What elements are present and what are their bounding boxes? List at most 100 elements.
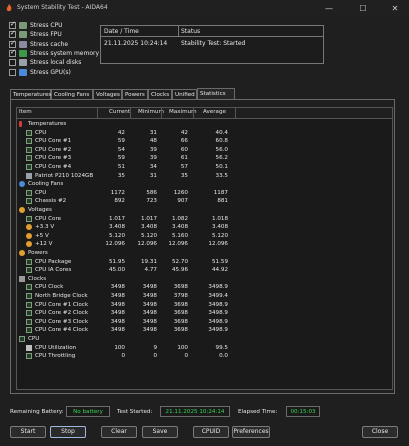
- table-row[interactable]: CPU 42 31 42 40.4: [17, 129, 392, 137]
- value-current: 1172: [110, 189, 125, 196]
- column-separator[interactable]: [97, 108, 98, 118]
- date-time-column-header[interactable]: Date / Time: [104, 28, 139, 35]
- value-minimum: 12.096: [137, 241, 157, 248]
- preferences-button[interactable]: Preferences: [232, 426, 270, 438]
- chip-icon: [26, 164, 32, 170]
- value-average: 5.120: [211, 232, 228, 239]
- table-group-row[interactable]: Voltages: [17, 206, 392, 214]
- item-label: CPU Core #3 Clock: [35, 318, 89, 325]
- value-minimum: 19.31: [140, 258, 157, 265]
- table-row[interactable]: CPU Core #3 59 39 61 56.2: [17, 154, 392, 162]
- stress-option-row[interactable]: Stress GPU(s): [9, 68, 71, 77]
- value-average: 56.2: [215, 155, 228, 162]
- group-label: Cooling Fans: [28, 181, 64, 188]
- value-maximum: 57: [180, 164, 188, 170]
- elapsed-time-value: 00:15:03: [286, 406, 320, 417]
- start-button[interactable]: Start: [10, 426, 46, 438]
- table-group-row[interactable]: Cooling Fans: [17, 180, 392, 188]
- chip-icon: [26, 293, 32, 299]
- stress-option-row[interactable]: Stress FPU: [9, 29, 62, 39]
- column-separator[interactable]: [161, 108, 162, 118]
- close-window-button[interactable]: ✕: [384, 0, 406, 17]
- table-row[interactable]: CPU Package 51.95 19.31 52.70 51.59: [17, 258, 392, 266]
- table-group-row[interactable]: Temperatures: [17, 120, 392, 128]
- value-minimum: 5.120: [140, 232, 157, 239]
- voltage-icon: [26, 241, 32, 248]
- cache-icon: [19, 40, 27, 48]
- clear-button[interactable]: Clear: [101, 426, 137, 438]
- column-header-item[interactable]: Item: [19, 109, 32, 115]
- test-started-value: 21.11.2025 10:24:14: [160, 406, 230, 417]
- chip-icon: [26, 353, 32, 360]
- status-column-header[interactable]: Status: [181, 28, 200, 35]
- item-label: +12 V: [35, 241, 53, 248]
- item-label: CPU Core #2 Clock: [35, 310, 89, 317]
- table-row[interactable]: +3.3 V 3.408 3.408 3.408 3.408: [17, 223, 392, 231]
- disk-icon: [19, 59, 27, 67]
- table-row[interactable]: CPU Core #2 Clock 3498 3498 3698 3498.9: [17, 309, 392, 317]
- stress-option-row[interactable]: Stress CPU: [9, 20, 63, 30]
- column-separator[interactable]: [130, 108, 131, 118]
- tab-powers[interactable]: Powers: [122, 89, 148, 99]
- tab-temperatures[interactable]: Temperatures: [10, 89, 51, 99]
- cpuid-button[interactable]: CPUID: [193, 426, 229, 438]
- minimize-button[interactable]: —: [318, 0, 340, 17]
- table-row[interactable]: CPU Throttling 0 0 0 0.0: [17, 352, 392, 360]
- table-row[interactable]: CPU Core 1.017 1.017 1.082 1.018: [17, 215, 392, 223]
- table-group-row[interactable]: CPU: [17, 335, 392, 343]
- stress-option-row[interactable]: Stress system memory: [9, 48, 99, 58]
- stress-checkbox[interactable]: [9, 39, 16, 48]
- stress-option-row[interactable]: Stress cache: [9, 39, 68, 49]
- tab-cooling-fans[interactable]: Cooling Fans: [51, 89, 93, 99]
- table-row[interactable]: CPU Core #4 Clock 3498 3498 3698 3498.9: [17, 326, 392, 334]
- stress-checkbox[interactable]: [9, 20, 16, 29]
- value-maximum: 5.160: [171, 232, 188, 239]
- stop-button[interactable]: Stop: [50, 426, 86, 438]
- stress-checkbox[interactable]: [9, 68, 16, 76]
- item-label: CPU Throttling: [35, 353, 76, 360]
- save-button[interactable]: Save: [142, 426, 178, 438]
- table-row[interactable]: Patriot P210 1024GB 35 31 35 33.5: [17, 172, 392, 180]
- table-row[interactable]: CPU Core #1 Clock 3498 3498 3698 3498.9: [17, 301, 392, 309]
- stress-checkbox[interactable]: [9, 59, 16, 67]
- table-row[interactable]: CPU Core #3 Clock 3498 3498 3698 3498.9: [17, 318, 392, 326]
- tab-statistics[interactable]: Statistics: [197, 88, 235, 99]
- column-header-current[interactable]: Current: [109, 109, 130, 115]
- stress-option-label: Stress FPU: [30, 31, 62, 39]
- table-row[interactable]: Chassis #2 892 723 907 881: [17, 197, 392, 205]
- tab-voltages[interactable]: Voltages: [93, 89, 122, 99]
- table-row[interactable]: CPU Core #1 59 48 66 60.8: [17, 137, 392, 145]
- value-minimum: 3498: [142, 310, 157, 317]
- column-separator[interactable]: [235, 108, 236, 118]
- column-header-average[interactable]: Average: [203, 109, 226, 115]
- table-row[interactable]: +12 V 12.096 12.096 12.096 12.096: [17, 240, 392, 248]
- value-maximum: 45.96: [171, 267, 188, 274]
- maximize-button[interactable]: ☐: [352, 0, 374, 17]
- value-current: 59: [117, 155, 125, 162]
- tab-unified[interactable]: Unified: [172, 89, 197, 99]
- table-row[interactable]: CPU Clock 3498 3498 3698 3498.9: [17, 283, 392, 291]
- table-row[interactable]: North Bridge Clock 3498 3498 3798 3499.4: [17, 292, 392, 300]
- table-row[interactable]: CPU Core #2 54 39 60 56.0: [17, 146, 392, 154]
- table-row[interactable]: CPU IA Cores 45.00 4.77 45.96 44.92: [17, 266, 392, 274]
- title-bar[interactable]: System Stability Test - AIDA64 — ☐ ✕: [0, 0, 409, 17]
- table-row[interactable]: CPU 1172 586 1260 1187: [17, 189, 392, 197]
- table-row[interactable]: CPU Core #4 51 34 57 50.1: [17, 163, 392, 171]
- item-label: Chassis #2: [35, 198, 67, 205]
- stress-checkbox[interactable]: [9, 48, 16, 57]
- column-separator[interactable]: [193, 108, 194, 118]
- table-row[interactable]: CPU Utilization 100 9 100 99.5: [17, 344, 392, 352]
- statistics-table[interactable]: Item Current Minimum Maximum Average Tempera…: [16, 107, 393, 390]
- tab-clocks[interactable]: Clocks: [148, 89, 172, 99]
- stress-checkbox[interactable]: [9, 29, 16, 39]
- test-started-label: Test Started:: [117, 409, 153, 415]
- close-button[interactable]: Close: [362, 426, 398, 438]
- table-header: Item Current Minimum Maximum Average: [17, 108, 392, 119]
- value-maximum: 66: [180, 138, 188, 145]
- table-group-row[interactable]: Clocks: [17, 275, 392, 283]
- table-group-row[interactable]: Powers: [17, 249, 392, 257]
- table-row[interactable]: +5 V 5.120 5.120 5.160 5.120: [17, 232, 392, 240]
- stress-option-row[interactable]: Stress local disks: [9, 58, 81, 67]
- value-maximum: 100: [177, 344, 188, 351]
- item-label: CPU IA Cores: [35, 267, 72, 274]
